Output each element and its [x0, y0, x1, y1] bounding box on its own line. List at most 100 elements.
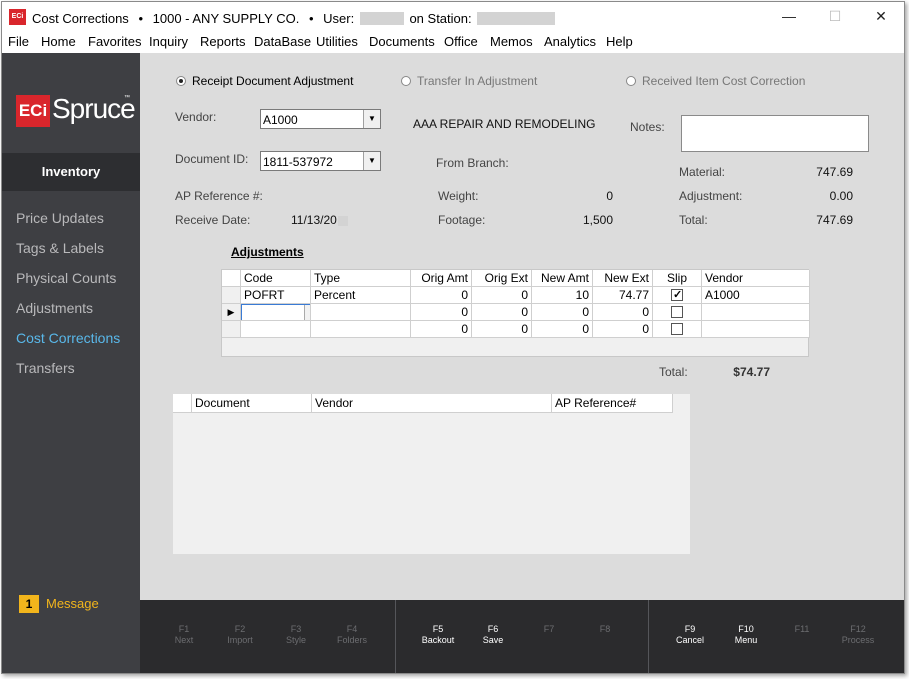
chevron-down-icon[interactable]: ▼: [304, 305, 310, 320]
table-row[interactable]: 0 0 0 0: [222, 321, 810, 338]
sidebar-item-physical-counts[interactable]: Physical Counts: [16, 270, 116, 286]
menu-reports[interactable]: Reports: [200, 34, 246, 49]
column-header-new-ext[interactable]: New Ext: [593, 270, 653, 287]
column-header-orig-ext[interactable]: Orig Ext: [472, 270, 532, 287]
f5-backout-button[interactable]: F5 Backout: [410, 624, 466, 646]
slip-checkbox[interactable]: [671, 287, 683, 303]
fkey-label: Folders: [336, 635, 367, 645]
radio-selected-icon: [176, 76, 186, 86]
total-label: Total:: [679, 213, 708, 227]
cell-orig-amt[interactable]: 0: [411, 321, 472, 338]
radio-receipt-document-adjustment[interactable]: Receipt Document Adjustment: [176, 74, 353, 88]
table-row[interactable]: ▶ ▼ 0 0 0 0: [222, 304, 810, 321]
row-header[interactable]: [222, 287, 241, 304]
column-header-type[interactable]: Type: [311, 270, 411, 287]
menu-memos[interactable]: Memos: [490, 34, 533, 49]
menu-favorites[interactable]: Favorites: [88, 34, 141, 49]
radio-received-item-cost-correction[interactable]: Received Item Cost Correction: [626, 74, 805, 88]
f2-import-button[interactable]: F2 Import: [212, 624, 268, 646]
cell-code[interactable]: [241, 321, 311, 338]
sidebar-item-price-updates[interactable]: Price Updates: [16, 210, 104, 226]
cell-orig-ext[interactable]: 0: [472, 287, 532, 304]
cell-orig-ext[interactable]: 0: [472, 304, 532, 321]
cell-new-ext[interactable]: 0: [593, 321, 653, 338]
menu-help[interactable]: Help: [606, 34, 633, 49]
cell-code[interactable]: POFRT: [241, 287, 311, 304]
notes-field[interactable]: [681, 115, 869, 152]
menu-analytics[interactable]: Analytics: [544, 34, 596, 49]
f12-process-button[interactable]: F12 Process: [830, 624, 886, 646]
cell-code-editor[interactable]: ▼: [241, 304, 311, 321]
fkey-code: F8: [599, 624, 611, 634]
vendor-combo[interactable]: A1000 ▼: [260, 109, 381, 129]
chevron-down-icon[interactable]: ▼: [363, 110, 380, 128]
row-header[interactable]: [222, 321, 241, 338]
column-header-new-amt[interactable]: New Amt: [532, 270, 593, 287]
slip-checkbox[interactable]: [671, 323, 683, 335]
code-combo[interactable]: ▼: [241, 304, 310, 320]
fkey-label: Cancel: [675, 635, 704, 645]
sidebar-item-tags-labels[interactable]: Tags & Labels: [16, 240, 104, 256]
current-row-indicator-icon[interactable]: ▶: [222, 304, 241, 321]
column-header-orig-amt[interactable]: Orig Amt: [411, 270, 472, 287]
cell-vendor[interactable]: [702, 304, 810, 321]
cell-orig-amt[interactable]: 0: [411, 304, 472, 321]
menu-file[interactable]: File: [8, 34, 29, 49]
document-id-value: 1811-537972: [263, 155, 333, 169]
column-header-vendor[interactable]: Vendor: [312, 394, 552, 413]
cell-orig-ext[interactable]: 0: [472, 321, 532, 338]
message-link[interactable]: Message: [46, 596, 99, 611]
maximize-button[interactable]: ☐: [812, 2, 858, 31]
radio-unselected-icon: [401, 76, 411, 86]
main-panel: Receipt Document Adjustment Transfer In …: [140, 53, 904, 600]
f9-cancel-button[interactable]: F9 Cancel: [662, 624, 718, 646]
f4-folders-button[interactable]: F4 Folders: [324, 624, 380, 646]
cell-vendor[interactable]: A1000: [702, 287, 810, 304]
notes-label: Notes:: [630, 120, 665, 134]
cell-type[interactable]: [311, 321, 411, 338]
slip-checkbox[interactable]: [671, 306, 683, 318]
column-header-document[interactable]: Document: [192, 394, 312, 413]
cell-new-amt[interactable]: 0: [532, 321, 593, 338]
title-sep: •: [308, 11, 314, 27]
f11-button[interactable]: F11: [774, 624, 830, 635]
sidebar-item-cost-corrections[interactable]: Cost Corrections: [16, 330, 120, 346]
menu-home[interactable]: Home: [41, 34, 76, 49]
menu-documents[interactable]: Documents: [369, 34, 435, 49]
f6-save-button[interactable]: F6 Save: [465, 624, 521, 646]
f7-button[interactable]: F7: [521, 624, 577, 635]
column-header-vendor[interactable]: Vendor: [702, 270, 810, 287]
cell-vendor[interactable]: [702, 321, 810, 338]
table-row[interactable]: POFRT Percent 0 0 10 74.77 A1000: [222, 287, 810, 304]
cell-new-amt[interactable]: 10: [532, 287, 593, 304]
menu-inquiry[interactable]: Inquiry: [149, 34, 188, 49]
column-header-slip[interactable]: Slip: [653, 270, 702, 287]
menu-utilities[interactable]: Utilities: [316, 34, 358, 49]
close-button[interactable]: ✕: [858, 2, 904, 31]
sidebar-item-transfers[interactable]: Transfers: [16, 360, 75, 376]
ap-reference-label: AP Reference #:: [175, 189, 263, 203]
title-bar: ECi Cost Corrections • 1000 - ANY SUPPLY…: [2, 2, 904, 31]
cell-orig-amt[interactable]: 0: [411, 287, 472, 304]
f3-style-button[interactable]: F3 Style: [268, 624, 324, 646]
message-count-badge[interactable]: 1: [19, 595, 39, 613]
f8-button[interactable]: F8: [577, 624, 633, 635]
menu-database[interactable]: DataBase: [254, 34, 311, 49]
chevron-down-icon[interactable]: ▼: [363, 152, 380, 170]
f10-menu-button[interactable]: F10 Menu: [718, 624, 774, 646]
radio-transfer-in-adjustment[interactable]: Transfer In Adjustment: [401, 74, 537, 88]
column-header-ap-reference[interactable]: AP Reference#: [552, 394, 673, 413]
cell-type[interactable]: [311, 304, 411, 321]
minimize-button[interactable]: —: [766, 2, 812, 31]
cell-type[interactable]: Percent: [311, 287, 411, 304]
cell-new-ext[interactable]: 74.77: [593, 287, 653, 304]
document-id-combo[interactable]: 1811-537972 ▼: [260, 151, 381, 171]
f1-next-button[interactable]: F1 Next: [156, 624, 212, 646]
menu-office[interactable]: Office: [444, 34, 478, 49]
cell-new-amt[interactable]: 0: [532, 304, 593, 321]
column-header-code[interactable]: Code: [241, 270, 311, 287]
function-key-bar: F1 Next F2 Import F3 Style F4 Folders F5 Back…: [140, 600, 904, 673]
sidebar-item-adjustments[interactable]: Adjustments: [16, 300, 93, 316]
cell-new-ext[interactable]: 0: [593, 304, 653, 321]
fkey-label: Process: [841, 635, 875, 645]
